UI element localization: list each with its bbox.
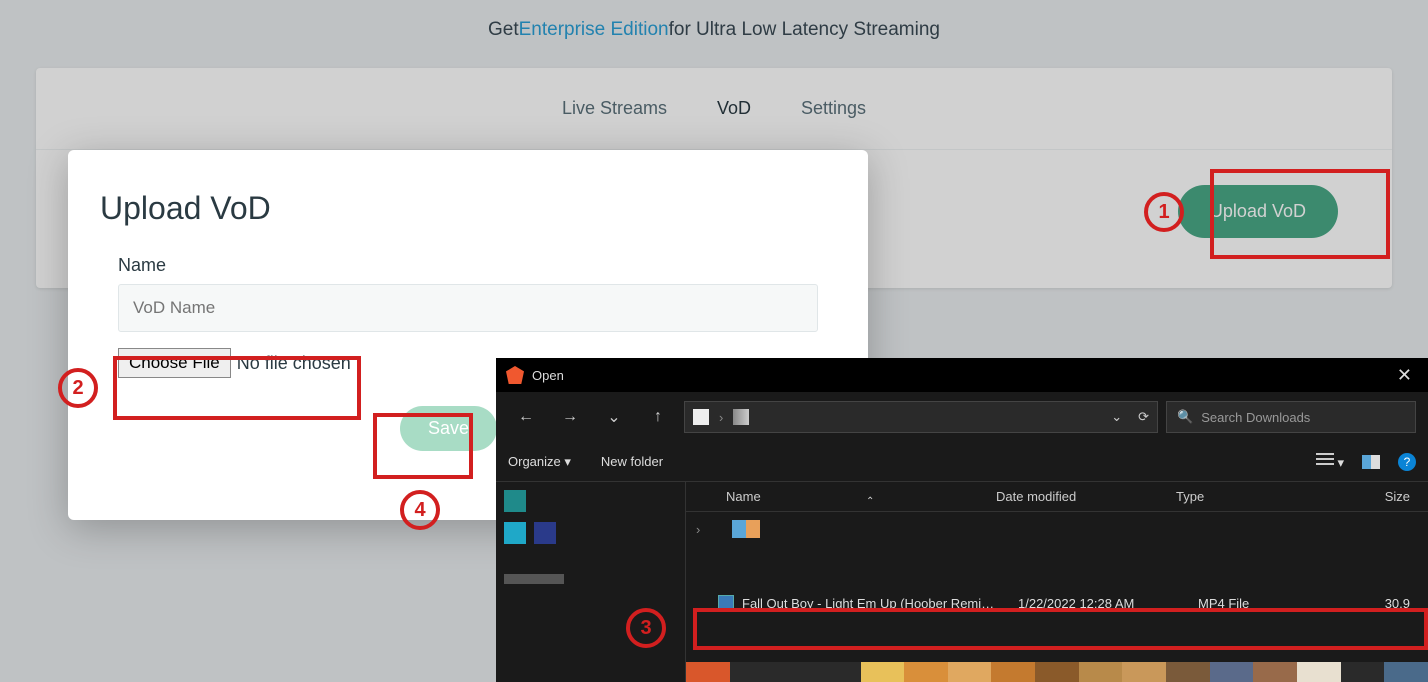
- recent-dropdown-icon[interactable]: ⌄: [596, 399, 632, 435]
- back-icon[interactable]: ←: [508, 399, 544, 435]
- sidebar-item[interactable]: [534, 522, 556, 544]
- up-icon[interactable]: ↑: [640, 399, 676, 435]
- tab-live-streams[interactable]: Live Streams: [562, 98, 667, 119]
- dialog-sidebar: [496, 482, 686, 682]
- vod-name-input[interactable]: [118, 284, 818, 332]
- color-strip: [686, 662, 1428, 682]
- tab-settings[interactable]: Settings: [801, 98, 866, 119]
- refresh-icon[interactable]: ⟳: [1138, 409, 1149, 425]
- file-size: 30,9: [1348, 596, 1428, 611]
- view-list-icon[interactable]: ▾: [1316, 453, 1344, 471]
- sort-indicator-icon: ⌃: [866, 496, 874, 507]
- breadcrumb-icon-1: [693, 409, 709, 425]
- tab-vod[interactable]: VoD: [717, 98, 751, 119]
- file-row[interactable]: Fall Out Boy - Light Em Up (Hoober Remi……: [686, 586, 1428, 620]
- dialog-title: Open: [532, 368, 564, 383]
- search-box[interactable]: 🔍 Search Downloads: [1166, 401, 1416, 433]
- file-chosen-status: No file chosen: [237, 353, 351, 374]
- file-name: Fall Out Boy - Light Em Up (Hoober Remi…: [742, 596, 1018, 611]
- dialog-body: Name⌃ Date modified Type Size › Fall Out…: [496, 482, 1428, 682]
- dialog-toolbar: Organize ▾ New folder ▾ ?: [496, 442, 1428, 482]
- new-folder-button[interactable]: New folder: [601, 454, 663, 469]
- banner-post: for Ultra Low Latency Streaming: [669, 19, 940, 41]
- search-icon: 🔍: [1177, 409, 1193, 425]
- brave-icon: [506, 366, 524, 384]
- expand-icon[interactable]: ›: [696, 522, 700, 537]
- help-icon[interactable]: ?: [1398, 453, 1416, 471]
- file-list: Name⌃ Date modified Type Size › Fall Out…: [686, 482, 1428, 682]
- enterprise-link[interactable]: Enterprise Edition: [519, 19, 669, 41]
- banner-pre: Get: [488, 19, 519, 41]
- folder-thumb-icon: [732, 520, 760, 538]
- dialog-titlebar: Open ✕: [496, 358, 1428, 392]
- file-type-icon: [718, 595, 734, 611]
- upload-vod-button[interactable]: Upload VoD: [1178, 185, 1338, 238]
- preview-pane-icon[interactable]: [1362, 455, 1380, 469]
- name-label: Name: [118, 255, 836, 276]
- organize-menu[interactable]: Organize ▾: [508, 454, 571, 470]
- save-button[interactable]: Save: [400, 406, 497, 451]
- sidebar-item[interactable]: [504, 522, 526, 544]
- dialog-nav-row: ← → ⌄ ↑ › ⌄ ⟳ 🔍 Search Downloads: [496, 392, 1428, 442]
- col-date[interactable]: Date modified: [996, 489, 1176, 504]
- modal-title: Upload VoD: [100, 190, 836, 227]
- file-open-dialog: Open ✕ ← → ⌄ ↑ › ⌄ ⟳ 🔍 Search Downloads …: [496, 358, 1428, 682]
- sidebar-item[interactable]: [504, 490, 526, 512]
- tab-bar: Live Streams VoD Settings: [36, 68, 1392, 150]
- file-type: MP4 File: [1198, 596, 1348, 611]
- col-size[interactable]: Size: [1326, 489, 1428, 504]
- close-icon[interactable]: ✕: [1391, 365, 1418, 386]
- promo-banner: Get Enterprise Edition for Ultra Low Lat…: [0, 0, 1428, 60]
- sidebar-item[interactable]: [504, 574, 564, 584]
- col-type[interactable]: Type: [1176, 489, 1326, 504]
- forward-icon[interactable]: →: [552, 399, 588, 435]
- search-placeholder: Search Downloads: [1201, 410, 1310, 425]
- col-name[interactable]: Name⌃: [686, 489, 996, 504]
- address-bar[interactable]: › ⌄ ⟳: [684, 401, 1158, 433]
- folder-row[interactable]: ›: [686, 512, 1428, 546]
- breadcrumb-icon-2: [733, 409, 749, 425]
- column-headers: Name⌃ Date modified Type Size: [686, 482, 1428, 512]
- address-dropdown-icon[interactable]: ⌄: [1111, 409, 1122, 425]
- file-date: 1/22/2022 12:28 AM: [1018, 596, 1198, 611]
- choose-file-button[interactable]: Choose File: [118, 348, 231, 378]
